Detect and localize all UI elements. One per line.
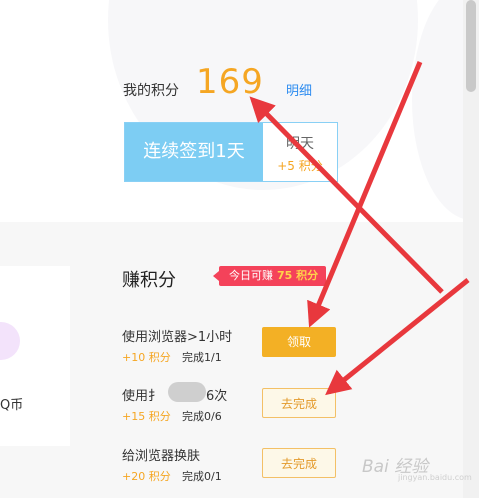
arrow-to-claim (307, 61, 423, 328)
arrow-to-points (249, 96, 444, 294)
annotation-arrows (249, 61, 470, 396)
arrow-to-task (325, 278, 470, 396)
